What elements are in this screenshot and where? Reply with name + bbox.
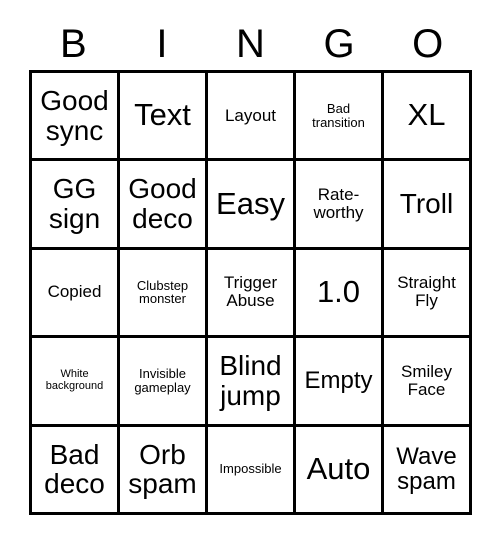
bingo-cell[interactable]: Empty: [296, 338, 384, 427]
bingo-cell[interactable]: Rate- worthy: [296, 161, 384, 250]
bingo-cell[interactable]: Clubstep monster: [120, 249, 208, 339]
bingo-cell-label: Orb spam: [128, 438, 197, 500]
bingo-cell[interactable]: Good sync: [32, 73, 120, 162]
bingo-cell[interactable]: Trigger Abuse: [208, 249, 296, 339]
bingo-cell-label: Smiley Face: [400, 361, 452, 399]
bingo-cell[interactable]: Orb spam: [120, 426, 208, 515]
bingo-header-letter-b: B: [59, 22, 87, 66]
bingo-cell[interactable]: Smiley Face: [384, 338, 472, 427]
bingo-cell-label: Invisible gameplay: [134, 366, 191, 395]
bingo-cell[interactable]: Troll: [384, 161, 472, 250]
bingo-cell-label: Layout: [224, 105, 277, 125]
bingo-cell[interactable]: Invisible gameplay: [120, 338, 208, 427]
bingo-grid: Good sync Text Layout Bad transition XL …: [29, 70, 472, 515]
bingo-cell-label: Good deco: [128, 173, 197, 235]
bingo-cell-label: Easy: [216, 185, 285, 221]
bingo-cell-label: White background: [45, 368, 104, 392]
bingo-header-letter-i: I: [156, 22, 168, 66]
bingo-cell[interactable]: GG sign: [32, 161, 120, 250]
bingo-cell-label: Blind jump: [219, 350, 282, 411]
bingo-cell[interactable]: Impossible: [208, 426, 296, 515]
bingo-cell-label: 1.0: [316, 274, 361, 310]
bingo-cell-label: Good sync: [40, 85, 109, 146]
bingo-cell[interactable]: Wave spam: [384, 426, 472, 515]
bingo-header-letter-o: O: [412, 22, 444, 66]
bingo-cell[interactable]: Good deco: [120, 161, 208, 250]
bingo-cell-label: Straight Fly: [397, 273, 456, 311]
bingo-cell-label: Copied: [47, 282, 102, 302]
bingo-cell-label: XL: [407, 97, 446, 133]
bingo-cell-label: Rate- worthy: [313, 185, 364, 223]
bingo-card: B I N G O Good sync Text Layout Bad tran…: [0, 0, 501, 544]
bingo-cell-label: Bad deco: [44, 438, 105, 500]
bingo-cell-label: GG sign: [48, 173, 101, 235]
bingo-cell[interactable]: Text: [120, 73, 208, 162]
bingo-cell[interactable]: Layout: [208, 73, 296, 162]
bingo-cell[interactable]: Easy: [208, 161, 296, 250]
bingo-cell-label: Text: [134, 97, 191, 133]
bingo-cell-label: Auto: [306, 450, 371, 486]
bingo-cell-label: Bad transition: [312, 100, 365, 130]
bingo-cell[interactable]: Copied: [32, 249, 120, 339]
bingo-cell-label: Empty: [304, 367, 373, 395]
bingo-cell-label: Wave spam: [396, 442, 457, 496]
bingo-cell[interactable]: Bad transition: [296, 73, 384, 162]
bingo-cell[interactable]: Bad deco: [32, 426, 120, 515]
bingo-header-letter-g: G: [323, 22, 355, 66]
bingo-cell[interactable]: White background: [32, 338, 120, 427]
bingo-cell-label: Troll: [399, 188, 454, 220]
bingo-cell[interactable]: Blind jump: [208, 338, 296, 427]
bingo-cell-label: Trigger Abuse: [223, 273, 278, 311]
bingo-cell[interactable]: Straight Fly: [384, 249, 472, 339]
bingo-cell-label: Impossible: [219, 461, 282, 477]
bingo-cell[interactable]: XL: [384, 73, 472, 162]
bingo-cell[interactable]: Auto: [296, 426, 384, 515]
bingo-cell[interactable]: 1.0: [296, 249, 384, 339]
bingo-header-row: B I N G O: [29, 18, 472, 70]
bingo-header-letter-n: N: [236, 22, 265, 66]
bingo-cell-label: Clubstep monster: [136, 277, 189, 307]
